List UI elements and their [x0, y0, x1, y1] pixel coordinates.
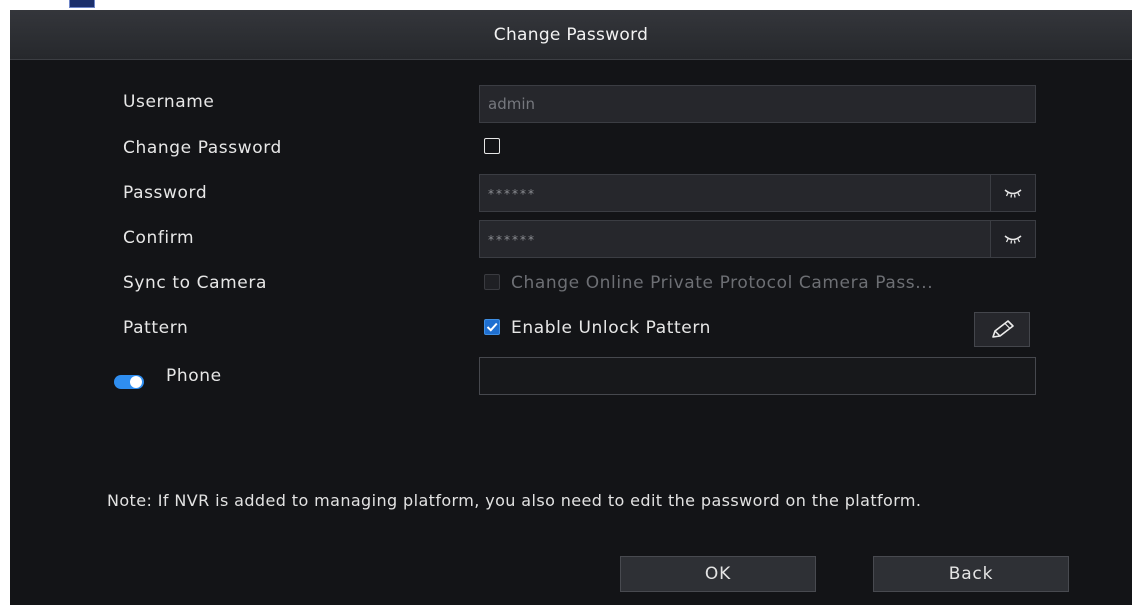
enable-unlock-pattern-checkbox[interactable]: [484, 319, 500, 335]
change-password-dialog: Change Password Username admin Change Pa…: [10, 10, 1132, 605]
sync-to-camera-label: Sync to Camera: [123, 273, 267, 293]
show-confirm-eye-icon[interactable]: [990, 221, 1035, 257]
pencil-icon: [992, 319, 1014, 338]
phone-label: Phone: [166, 366, 222, 386]
password-field[interactable]: ******: [479, 174, 1036, 212]
show-password-eye-icon[interactable]: [990, 175, 1035, 211]
phone-toggle-knob: [130, 376, 142, 388]
enable-unlock-pattern-label: Enable Unlock Pattern: [511, 318, 712, 338]
pattern-label: Pattern: [123, 318, 189, 338]
confirm-value: ******: [488, 233, 536, 247]
confirm-field[interactable]: ******: [479, 220, 1036, 258]
username-value: admin: [488, 95, 535, 113]
dialog-title: Change Password: [493, 24, 649, 45]
username-label: Username: [123, 92, 215, 112]
app-corner-icon: [69, 0, 95, 8]
dialog-titlebar: Change Password: [10, 10, 1132, 60]
ok-button[interactable]: OK: [620, 556, 816, 592]
password-value: ******: [488, 187, 536, 201]
change-password-label: Change Password: [123, 138, 282, 158]
confirm-label: Confirm: [123, 228, 195, 248]
edit-pattern-button[interactable]: [974, 312, 1030, 347]
change-password-checkbox[interactable]: [484, 138, 500, 154]
password-note: Note: If NVR is added to managing platfo…: [107, 491, 922, 510]
phone-input[interactable]: [479, 357, 1036, 395]
sync-to-camera-option-label: Change Online Private Protocol Camera Pa…: [511, 273, 934, 293]
sync-to-camera-checkbox[interactable]: [484, 274, 500, 290]
password-label: Password: [123, 183, 208, 203]
phone-toggle[interactable]: [114, 375, 144, 389]
back-button[interactable]: Back: [873, 556, 1069, 592]
username-field: admin: [479, 85, 1036, 123]
